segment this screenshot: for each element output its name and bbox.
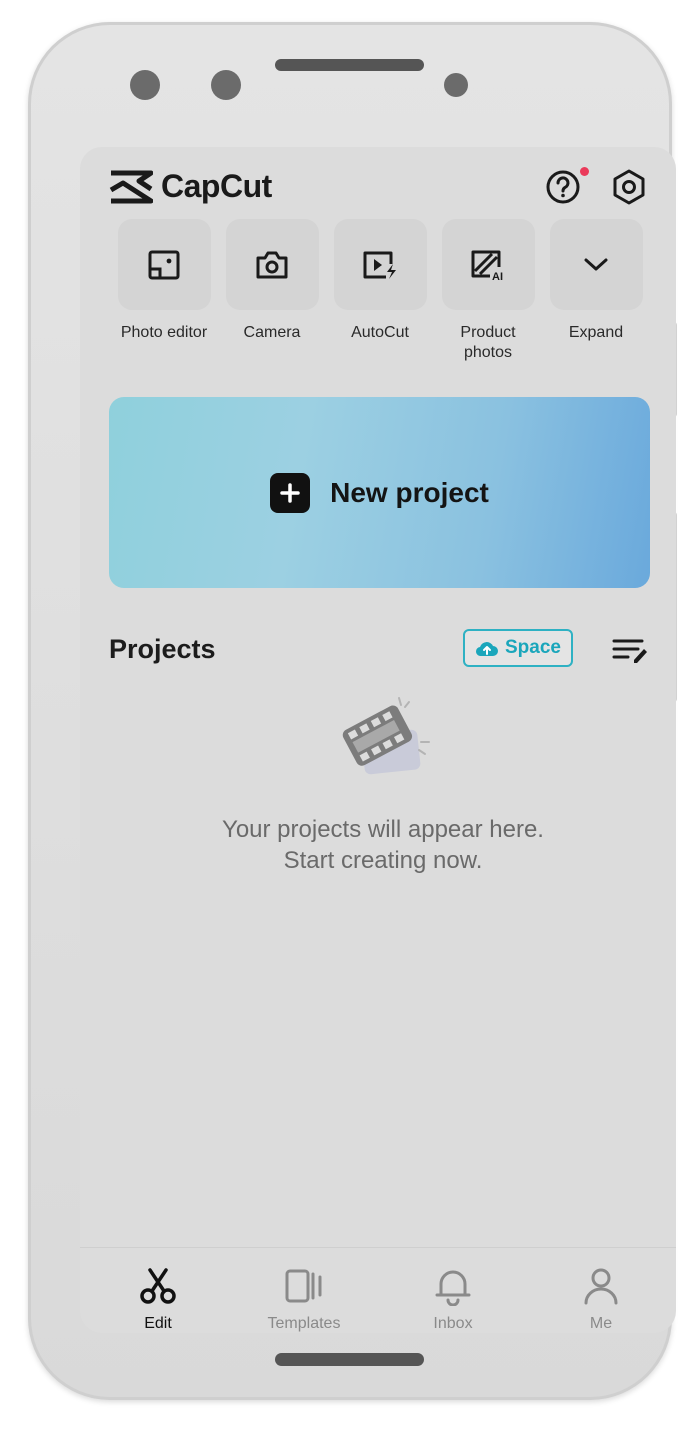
space-button[interactable]: Space <box>463 629 573 667</box>
tool-label: AutoCut <box>351 324 409 341</box>
front-sensor <box>211 70 241 100</box>
quick-tools: Photo editor Camera AutoCut AI Product p… <box>116 219 656 379</box>
notification-dot <box>580 167 589 176</box>
tool-tile[interactable]: AI <box>441 219 535 310</box>
empty-state-line2: Start creating now. <box>283 847 483 874</box>
tab-label: Inbox <box>433 1315 473 1332</box>
tool-label: Photo editor <box>120 324 208 341</box>
phone-frame: CapCut Photo editor Camera AutoCut AI Pr… <box>28 22 677 1400</box>
chevron-down-icon <box>584 258 608 270</box>
scissors-icon <box>140 1268 176 1304</box>
tool-label: Expand <box>568 324 624 341</box>
camera-icon <box>256 251 288 278</box>
person-icon <box>584 1268 618 1305</box>
tool-label: Camera <box>243 324 301 341</box>
bottom-tab-bar: Edit Templates Inbox Me <box>80 1247 676 1333</box>
help-icon[interactable] <box>544 168 582 206</box>
tab-inbox[interactable]: Inbox <box>393 1266 513 1333</box>
manage-list-icon[interactable] <box>612 635 648 665</box>
space-label: Space <box>505 637 561 658</box>
tool-photo-editor[interactable]: Photo editor <box>116 219 212 343</box>
tool-tile[interactable] <box>117 219 211 310</box>
tool-tile[interactable] <box>549 219 643 310</box>
tab-label: Me <box>589 1315 613 1332</box>
earpiece-speaker <box>275 59 424 71</box>
tool-tile[interactable] <box>333 219 427 310</box>
tool-autocut[interactable]: AutoCut <box>332 219 428 343</box>
product-photos-ai-icon: AI <box>471 250 503 281</box>
bottom-speaker <box>275 1353 424 1366</box>
projects-title: Projects <box>109 634 216 664</box>
header: CapCut <box>80 147 676 217</box>
autocut-icon <box>363 251 396 279</box>
tab-me[interactable]: Me <box>541 1266 661 1333</box>
bell-icon <box>435 1270 471 1307</box>
templates-icon <box>285 1269 322 1303</box>
proximity-sensor <box>444 73 468 97</box>
photo-editor-icon <box>148 250 180 279</box>
new-project-label: New project <box>330 476 489 508</box>
tab-templates[interactable]: Templates <box>244 1266 364 1333</box>
tool-product-photos[interactable]: AI Product photos <box>440 219 536 363</box>
svg-text:AI: AI <box>492 271 503 281</box>
tab-label: Templates <box>267 1315 341 1332</box>
tool-label: Product photos <box>460 324 516 361</box>
cloud-upload-icon <box>475 642 498 657</box>
plus-icon <box>270 472 311 513</box>
tool-camera[interactable]: Camera <box>224 219 320 343</box>
empty-state-text: Your projects will appear here. Start cr… <box>80 814 676 876</box>
capcut-logo-icon <box>109 170 153 203</box>
empty-state-line1: Your projects will appear here. <box>222 816 544 843</box>
new-project-button[interactable]: New project <box>109 397 650 588</box>
app-name: CapCut <box>161 168 272 204</box>
settings-icon[interactable] <box>610 168 648 206</box>
film-strip-icon <box>342 697 430 775</box>
app-screen: CapCut Photo editor Camera AutoCut AI Pr… <box>80 147 676 1333</box>
tool-tile[interactable] <box>225 219 319 310</box>
capcut-logo: CapCut <box>109 168 272 205</box>
tab-edit[interactable]: Edit <box>98 1266 218 1333</box>
front-camera <box>130 70 160 100</box>
tool-expand[interactable]: Expand <box>548 219 644 343</box>
tab-label: Edit <box>144 1315 172 1332</box>
